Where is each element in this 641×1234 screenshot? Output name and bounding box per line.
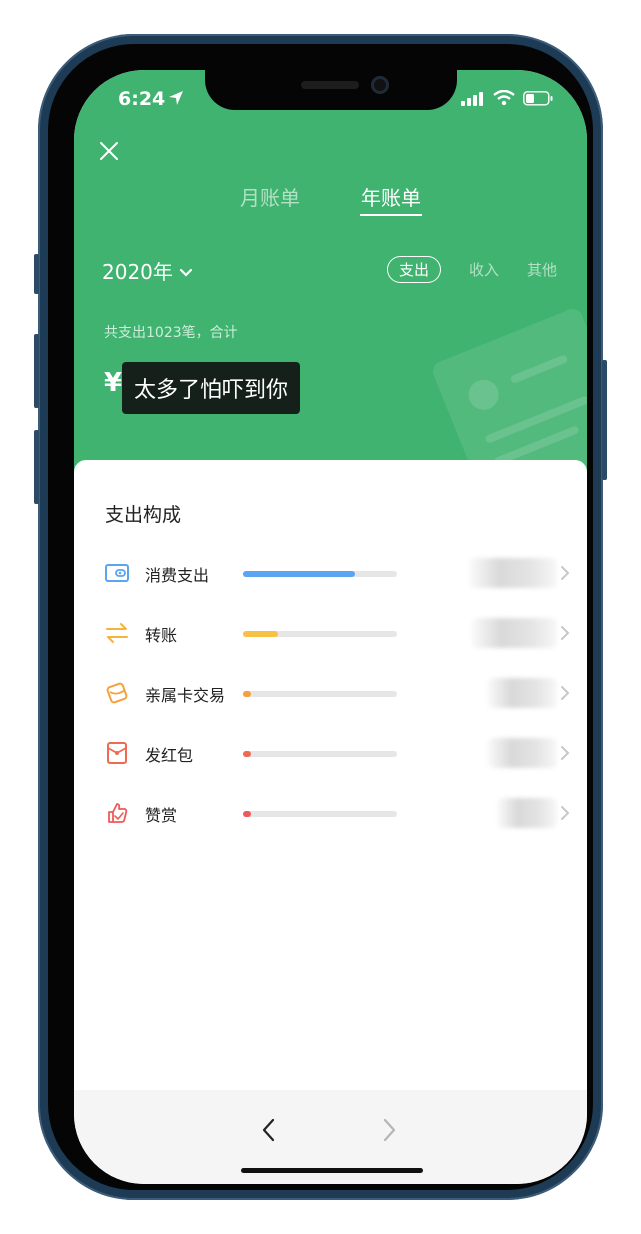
tab-yearly[interactable]: 年账单 bbox=[361, 182, 421, 211]
progress-fill bbox=[243, 691, 251, 697]
header-panel: 6:24 月账单 年账单 2020年 支出 收入 其他 共支出1023笔，合计 … bbox=[74, 70, 587, 490]
amount-redacted bbox=[487, 678, 557, 708]
amount-redacted bbox=[469, 558, 557, 588]
row-label: 消费支出 bbox=[145, 566, 210, 585]
chevron-right-icon bbox=[559, 805, 571, 821]
notch bbox=[205, 70, 457, 110]
phone-side-button bbox=[602, 360, 607, 480]
progress-track bbox=[243, 631, 397, 637]
phone-side-button bbox=[34, 430, 39, 504]
total-cover-label: 太多了怕吓到你 bbox=[122, 362, 301, 414]
filter-expense[interactable]: 支出 bbox=[386, 256, 441, 283]
chevron-right-icon bbox=[559, 625, 571, 641]
location-arrow-icon bbox=[168, 90, 184, 110]
phone-frame: 6:24 月账单 年账单 2020年 支出 收入 其他 共支出1023笔，合计 … bbox=[34, 34, 607, 1200]
row-label: 发红包 bbox=[145, 746, 194, 765]
wallet-icon bbox=[104, 560, 130, 586]
close-icon[interactable] bbox=[98, 140, 120, 162]
status-icons bbox=[461, 89, 553, 110]
chevron-right-icon bbox=[559, 745, 571, 761]
chevron-down-icon bbox=[179, 259, 193, 283]
screen: 6:24 月账单 年账单 2020年 支出 收入 其他 共支出1023笔，合计 … bbox=[74, 70, 587, 1184]
filter-other[interactable]: 其他 bbox=[527, 259, 557, 280]
chevron-right-icon bbox=[559, 565, 571, 581]
progress-track bbox=[243, 751, 397, 757]
progress-fill bbox=[243, 811, 251, 817]
tab-monthly[interactable]: 月账单 bbox=[240, 182, 300, 211]
type-filters: 支出 收入 其他 bbox=[386, 256, 557, 283]
red-packet-icon bbox=[104, 740, 130, 766]
currency-symbol: ¥ bbox=[104, 368, 123, 398]
year-label: 2020年 bbox=[102, 260, 173, 284]
wifi-icon bbox=[493, 89, 515, 110]
breakdown-card: 支出构成 消费支出 转账 亲属卡交易 发红包 赞赏 bbox=[74, 460, 587, 1090]
breakdown-row-red-packet[interactable]: 发红包 bbox=[74, 732, 587, 772]
signal-icon bbox=[461, 91, 485, 110]
appreciate-icon bbox=[104, 800, 130, 826]
phone-bezel: 6:24 月账单 年账单 2020年 支出 收入 其他 共支出1023笔，合计 … bbox=[48, 44, 593, 1190]
front-camera bbox=[371, 76, 389, 94]
transfer-icon bbox=[104, 620, 130, 646]
progress-track bbox=[243, 691, 397, 697]
row-label: 赞赏 bbox=[145, 806, 178, 825]
section-title: 支出构成 bbox=[105, 504, 182, 526]
progress-fill bbox=[243, 631, 279, 637]
amount-redacted bbox=[497, 798, 557, 828]
progress-track bbox=[243, 811, 397, 817]
summary-text: 共支出1023笔，合计 bbox=[104, 325, 238, 341]
progress-fill bbox=[243, 571, 356, 577]
progress-fill bbox=[243, 751, 251, 757]
back-arrow-icon[interactable] bbox=[258, 1116, 280, 1144]
status-time: 6:24 bbox=[118, 88, 166, 110]
phone-side-button bbox=[34, 254, 39, 294]
filter-income[interactable]: 收入 bbox=[469, 259, 499, 280]
breakdown-row-transfer[interactable]: 转账 bbox=[74, 612, 587, 652]
row-label: 亲属卡交易 bbox=[145, 686, 226, 705]
home-indicator[interactable] bbox=[241, 1168, 423, 1173]
row-label: 转账 bbox=[145, 626, 178, 645]
family-card-icon bbox=[104, 680, 130, 706]
progress-track bbox=[243, 571, 397, 577]
forward-arrow-icon[interactable] bbox=[378, 1116, 400, 1144]
amount-redacted bbox=[487, 738, 557, 768]
speaker bbox=[301, 81, 359, 89]
bill-tabs: 月账单 年账单 bbox=[74, 182, 587, 222]
battery-icon bbox=[523, 90, 553, 110]
phone-side-button bbox=[34, 334, 39, 408]
amount-redacted bbox=[471, 618, 557, 648]
active-tab-indicator bbox=[360, 214, 422, 216]
chevron-right-icon bbox=[559, 685, 571, 701]
breakdown-row-appreciate[interactable]: 赞赏 bbox=[74, 792, 587, 832]
breakdown-row-consumption[interactable]: 消费支出 bbox=[74, 552, 587, 592]
breakdown-row-family-card[interactable]: 亲属卡交易 bbox=[74, 672, 587, 712]
year-selector[interactable]: 2020年 bbox=[102, 256, 193, 285]
